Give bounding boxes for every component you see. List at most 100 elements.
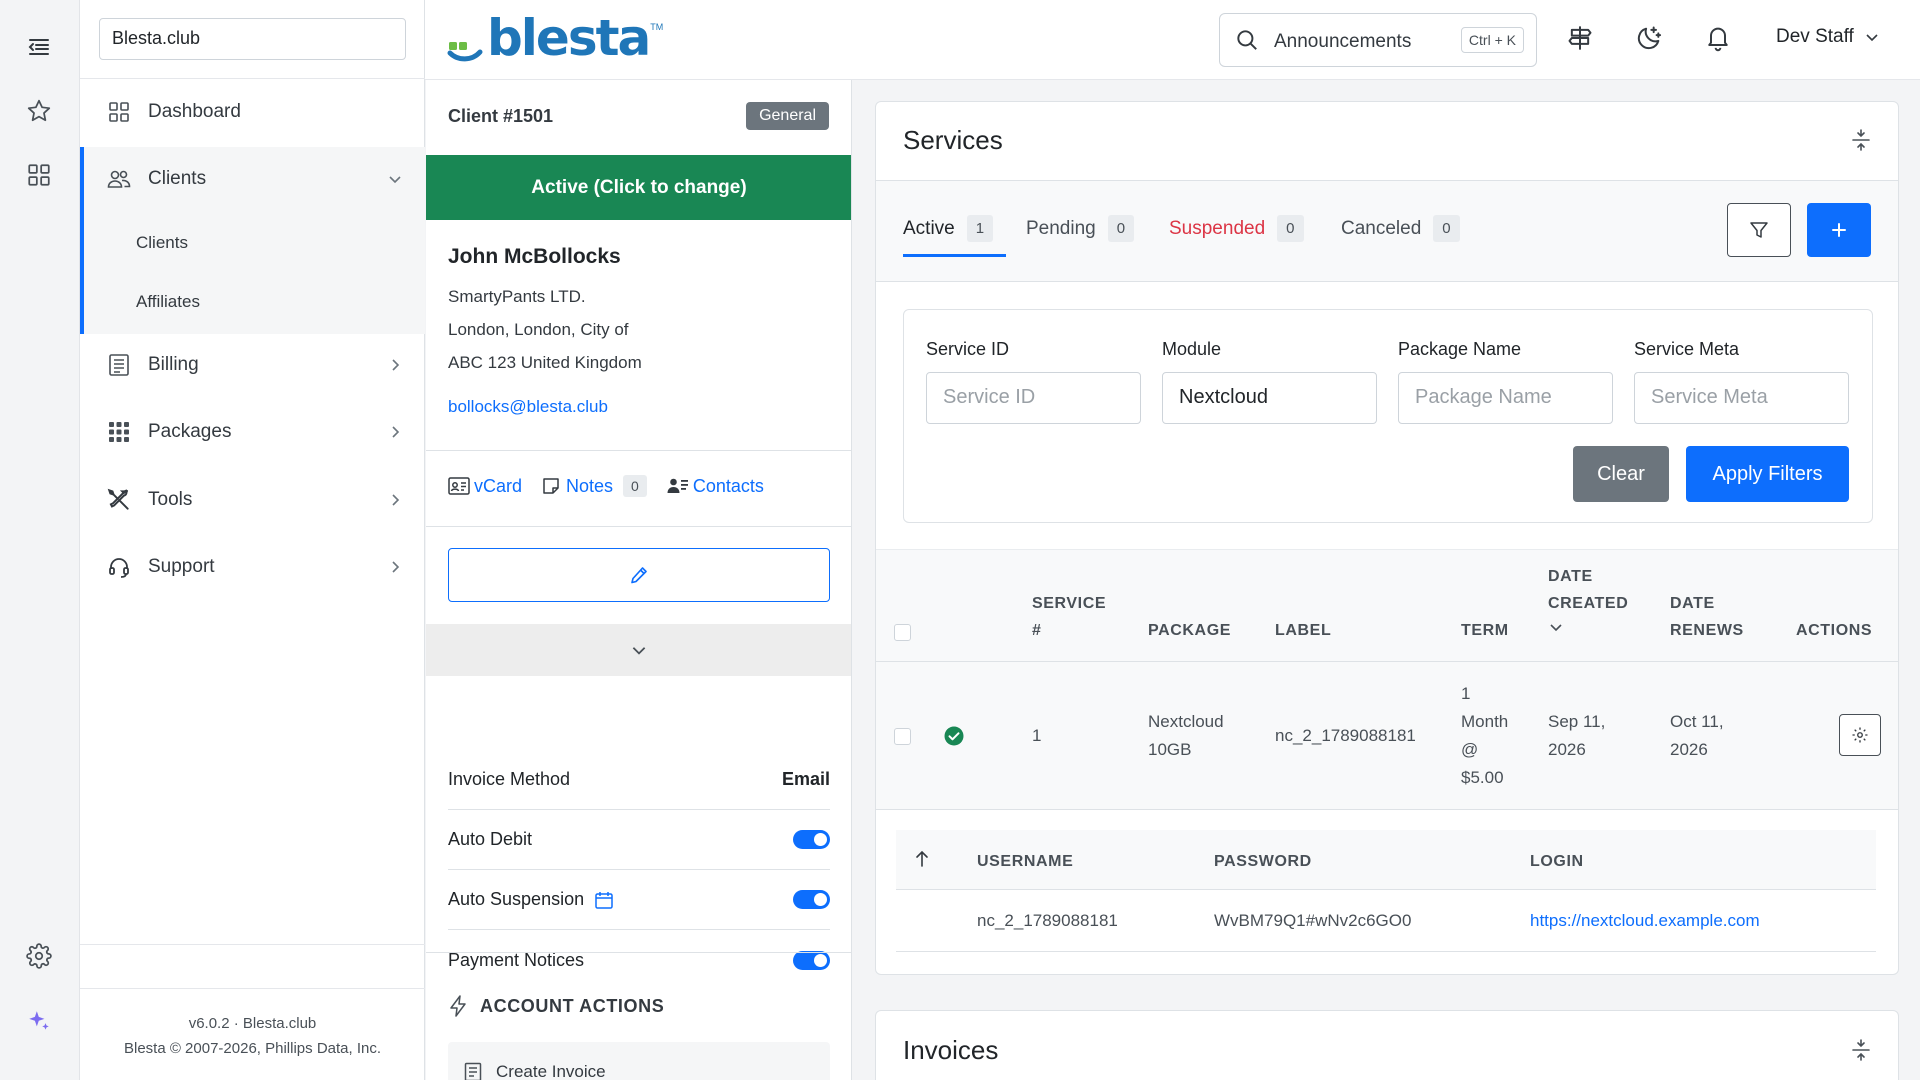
apps-grid-icon[interactable] [24, 160, 54, 190]
column-header-term[interactable]: TERM [1461, 617, 1509, 644]
client-links: vCard Notes 0 Contacts [448, 475, 764, 497]
logo-trademark: TM [650, 22, 664, 32]
blesta-logo[interactable]: blesta TM [447, 13, 664, 63]
auto-debit-toggle[interactable] [793, 830, 830, 849]
sidebar: Blesta.club Dashboard Clients Clients Af… [80, 0, 425, 1080]
package-name-input[interactable]: Package Name [1398, 372, 1613, 424]
client-name: John McBollocks [448, 245, 621, 268]
collapse-menu-icon[interactable] [24, 32, 54, 62]
service-id-input[interactable]: Service ID [926, 372, 1141, 424]
column-header-label[interactable]: LABEL [1275, 617, 1331, 644]
service-meta-label: Service Meta [1634, 339, 1740, 359]
sidebar-item-support[interactable]: Support [80, 546, 425, 588]
collapse-card-icon[interactable] [1850, 1038, 1872, 1062]
filter-button[interactable] [1727, 203, 1791, 257]
detail-login-link[interactable]: https://nextcloud.example.com [1530, 907, 1760, 935]
company-selector[interactable]: Blesta.club [99, 18, 406, 60]
service-term: 1 Month @ $5.00 [1461, 684, 1509, 787]
column-header-actions: ACTIONS [1796, 622, 1873, 639]
auto-suspension-toggle[interactable] [793, 890, 830, 909]
tab-count-badge: 0 [1277, 215, 1304, 242]
lightning-icon [448, 995, 468, 1017]
headset-icon [106, 554, 132, 580]
filter-panel: Service ID Service ID Module Nextcloud P… [903, 309, 1873, 523]
sort-chevron-down-icon [1548, 617, 1628, 635]
apply-filters-button[interactable]: Apply Filters [1686, 446, 1849, 502]
dashboard-icon [106, 99, 132, 125]
divider [80, 944, 425, 945]
tab-count-badge: 0 [1107, 215, 1135, 242]
column-header-date-created[interactable]: DATE CREATED [1548, 563, 1628, 635]
sidebar-item-packages[interactable]: Packages [80, 411, 425, 453]
tab-canceled[interactable]: Canceled 0 [1341, 215, 1460, 242]
detail-username: nc_2_1789088181 [977, 911, 1118, 930]
logo-mark-icon [447, 42, 483, 62]
contacts-icon [667, 477, 689, 495]
notes-link[interactable]: Notes 0 [542, 475, 647, 497]
vcard-link[interactable]: vCard [448, 476, 522, 497]
edit-client-button[interactable] [448, 548, 830, 602]
add-service-button[interactable] [1807, 203, 1871, 257]
notifications-bell-icon[interactable] [1702, 22, 1734, 54]
contacts-link[interactable]: Contacts [667, 476, 764, 497]
user-name: Dev Staff [1776, 26, 1854, 47]
calendar-icon[interactable] [594, 890, 614, 910]
active-tab-indicator [903, 254, 1006, 257]
tab-active[interactable]: Active 1 [903, 215, 994, 242]
invoice-icon [464, 1062, 482, 1080]
shortcut-hint: Ctrl + K [1460, 27, 1524, 53]
sidebar-item-tools[interactable]: Tools [80, 479, 425, 521]
user-menu[interactable]: Dev Staff [1776, 26, 1880, 48]
payment-notices-toggle[interactable] [793, 950, 830, 970]
setting-value: Email [781, 769, 830, 789]
expand-details-toggle[interactable] [426, 624, 851, 676]
client-status-button[interactable]: Active (Click to change) [426, 155, 851, 220]
search-announcements[interactable]: Announcements Ctrl + K [1219, 13, 1537, 67]
table-header [876, 549, 1898, 662]
service-meta-input[interactable]: Service Meta [1634, 372, 1849, 424]
filter-icon [1749, 220, 1769, 240]
column-header-date-renews[interactable]: DATE RENEWS [1670, 590, 1744, 644]
clear-filters-button[interactable]: Clear [1573, 446, 1669, 502]
collapse-card-icon[interactable] [1850, 128, 1872, 152]
module-select[interactable]: Nextcloud [1162, 372, 1377, 424]
sidebar-subitem-affiliates[interactable]: Affiliates [84, 281, 425, 323]
create-invoice-action[interactable]: Create Invoice [448, 1042, 830, 1080]
detail-header-username: USERNAME [977, 853, 1074, 870]
arrow-up-icon[interactable] [914, 850, 930, 868]
row-actions-button[interactable] [1839, 714, 1881, 756]
settings-gear-icon[interactable] [24, 941, 54, 971]
sidebar-item-clients[interactable]: Clients [80, 158, 425, 200]
tab-pending[interactable]: Pending 0 [1026, 215, 1135, 242]
account-actions-title: ACCOUNT ACTIONS [480, 995, 665, 1016]
setting-invoice-method: Invoice Method Email [448, 750, 830, 810]
sidebar-item-billing[interactable]: Billing [80, 344, 425, 386]
sidebar-subitem-clients[interactable]: Clients [84, 222, 425, 264]
pencil-icon [629, 565, 649, 585]
chevron-right-icon [387, 492, 403, 508]
dark-mode-icon[interactable] [1633, 22, 1665, 54]
service-date-renews: Oct 11, 2026 [1670, 712, 1724, 759]
note-icon [542, 477, 560, 495]
client-email-link[interactable]: bollocks@blesta.club [448, 397, 608, 417]
tab-suspended[interactable]: Suspended 0 [1169, 215, 1304, 242]
column-header-package[interactable]: PACKAGE [1148, 617, 1231, 644]
search-label: Announcements [1274, 31, 1412, 52]
sidebar-item-dashboard[interactable]: Dashboard [80, 91, 425, 133]
sidebar-item-label: Support [148, 556, 215, 577]
search-icon [1234, 27, 1260, 53]
divider [876, 281, 1898, 282]
service-label: nc_2_1789088181 [1275, 726, 1416, 745]
divider [896, 951, 1876, 952]
invoices-title: Invoices [903, 1035, 999, 1065]
signpost-icon[interactable] [1564, 22, 1596, 54]
setting-label: Auto Suspension [448, 889, 585, 909]
chevron-right-icon [387, 559, 403, 575]
ai-sparkle-icon[interactable] [24, 1006, 54, 1036]
column-header-service-number[interactable]: SERVICE # [1032, 590, 1106, 644]
select-all-checkbox[interactable] [894, 624, 911, 641]
client-group-badge: General [746, 102, 829, 130]
star-icon[interactable] [24, 96, 54, 126]
row-checkbox[interactable] [894, 728, 911, 745]
chevron-down-icon [387, 171, 403, 187]
